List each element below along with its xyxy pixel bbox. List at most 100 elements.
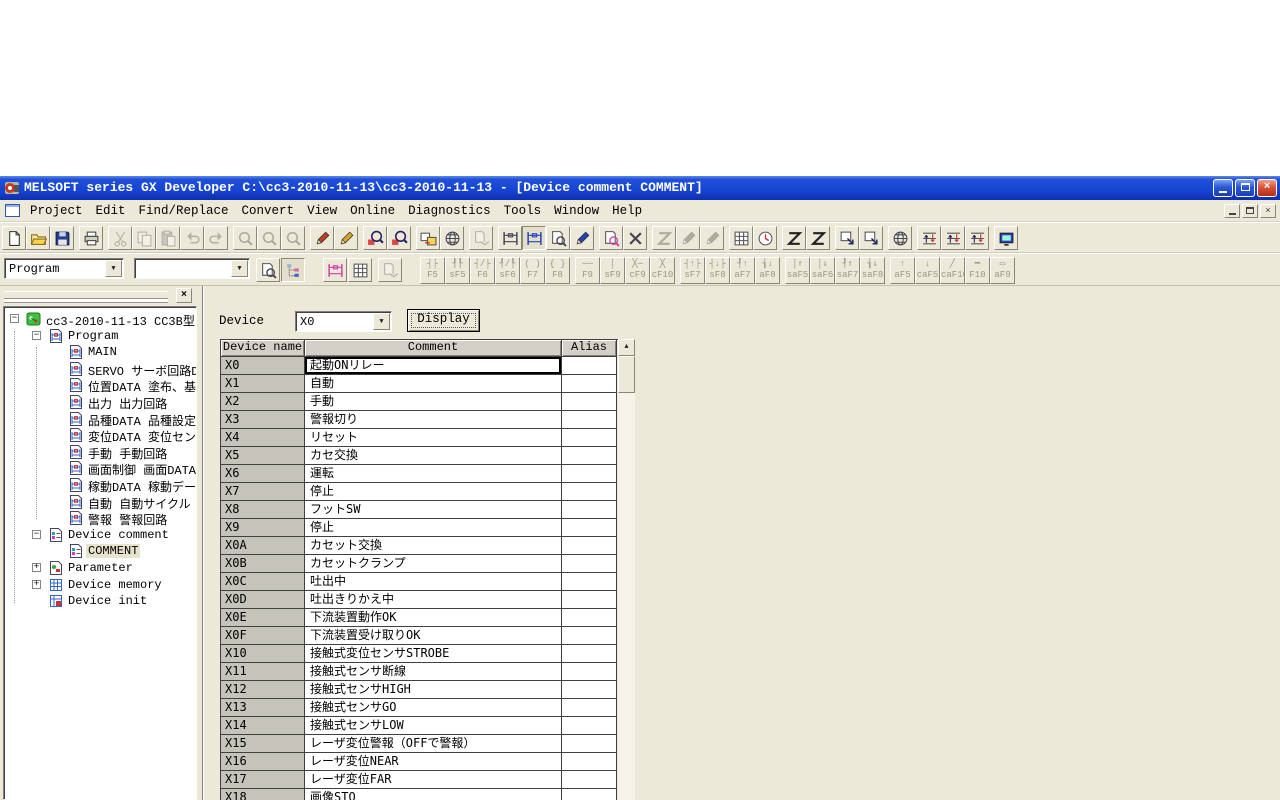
comment-cell[interactable]: 接触式変位センサSTROBE xyxy=(305,645,562,663)
toolbar-button-skip-execution[interactable] xyxy=(806,226,830,250)
tree-item-0[interactable]: −cc3-2010-11-13 CC3B型ワイヤ xyxy=(4,311,196,327)
toolbar-button-window-tile-1[interactable] xyxy=(835,226,859,250)
menu-edit[interactable]: Edit xyxy=(94,203,128,219)
device-name-cell[interactable]: X15 xyxy=(221,735,305,753)
tree-item-4[interactable]: 位置DATA 塗布、基板 xyxy=(4,377,196,393)
menu-convert[interactable]: Convert xyxy=(240,203,297,219)
child-minimize-button[interactable] xyxy=(1224,204,1240,218)
alias-cell[interactable] xyxy=(562,789,617,800)
toolbar-button-program-check[interactable] xyxy=(334,226,358,250)
toolbar-button-parameter-display[interactable] xyxy=(498,226,522,250)
toolbar-button-network-monitor[interactable] xyxy=(888,226,912,250)
tree-item-6[interactable]: 品種DATA 品種設定D xyxy=(4,411,196,427)
alias-cell[interactable] xyxy=(562,663,617,681)
tree-item-1[interactable]: −Program xyxy=(4,328,196,344)
toolbar-button-insert-rung[interactable] xyxy=(965,226,989,250)
toolbar-button-device-memory-grid[interactable] xyxy=(348,258,372,282)
device-name-cell[interactable]: X2 xyxy=(221,393,305,411)
tree-item-17[interactable]: Device init xyxy=(4,593,196,609)
data-type-combobox[interactable]: Program ▼ xyxy=(4,258,124,279)
child-window-icon[interactable] xyxy=(5,204,20,217)
device-name-cell[interactable]: X4 xyxy=(221,429,305,447)
device-name-cell[interactable]: X1 xyxy=(221,375,305,393)
device-name-cell[interactable]: X5 xyxy=(221,447,305,465)
toolbar-button-find-contact-coil[interactable] xyxy=(387,226,411,250)
toolbar-button-device-batch-monitor[interactable] xyxy=(729,226,753,250)
toolbar-button-read-mode[interactable] xyxy=(546,226,570,250)
comment-cell[interactable]: 接触式センサGO xyxy=(305,699,562,717)
toolbar-button-project-data-list[interactable] xyxy=(281,258,305,282)
comment-cell[interactable]: 吐出中 xyxy=(305,573,562,591)
comment-cell[interactable]: レーザ変位警報（OFFで警報） xyxy=(305,735,562,753)
toolbar-button-device-label-display[interactable] xyxy=(323,258,347,282)
menu-online[interactable]: Online xyxy=(348,203,397,219)
alias-cell[interactable] xyxy=(562,627,617,645)
toolbar-button-comment-display[interactable] xyxy=(994,226,1018,250)
minimize-button[interactable] xyxy=(1213,179,1233,197)
comment-cell[interactable]: 下流装置動作OK xyxy=(305,609,562,627)
collapse-icon[interactable]: − xyxy=(10,314,19,323)
toolbar-button-project-verify[interactable] xyxy=(440,226,464,250)
toolbar-button-sampling-trace[interactable] xyxy=(753,226,777,250)
tree-item-14[interactable]: COMMENT xyxy=(4,543,196,559)
device-name-cell[interactable]: X0E xyxy=(221,609,305,627)
toolbar-button-new-project[interactable] xyxy=(2,226,26,250)
toolbar-button-monitor-mode[interactable] xyxy=(599,226,623,250)
toolbar-button-window-transfer[interactable] xyxy=(416,226,440,250)
comment-cell[interactable]: レーザ変位FAR xyxy=(305,771,562,789)
toolbar-button-monitor-stop[interactable] xyxy=(623,226,647,250)
device-name-cell[interactable]: X10 xyxy=(221,645,305,663)
tree-item-5[interactable]: 出力 出力回路 xyxy=(4,394,196,410)
device-name-cell[interactable]: X12 xyxy=(221,681,305,699)
comment-cell[interactable]: レーザ変位NEAR xyxy=(305,753,562,771)
device-name-cell[interactable]: X8 xyxy=(221,501,305,519)
device-name-cell[interactable]: X0A xyxy=(221,537,305,555)
menu-view[interactable]: View xyxy=(305,203,339,219)
collapse-icon[interactable]: − xyxy=(32,331,41,340)
alias-cell[interactable] xyxy=(562,645,617,663)
tree-item-10[interactable]: 稼動DATA 稼動データ xyxy=(4,477,196,493)
tree-item-8[interactable]: 手動 手動回路 xyxy=(4,444,196,460)
comment-cell[interactable]: 停止 xyxy=(305,519,562,537)
device-name-cell[interactable]: X0D xyxy=(221,591,305,609)
vertical-scrollbar[interactable]: ▲ xyxy=(618,339,635,800)
alias-cell[interactable] xyxy=(562,393,617,411)
alias-cell[interactable] xyxy=(562,501,617,519)
alias-cell[interactable] xyxy=(562,411,617,429)
device-name-cell[interactable]: X17 xyxy=(221,771,305,789)
alias-cell[interactable] xyxy=(562,717,617,735)
restore-button[interactable] xyxy=(1235,179,1255,197)
menu-diagnostics[interactable]: Diagnostics xyxy=(406,203,493,219)
device-name-cell[interactable]: X0F xyxy=(221,627,305,645)
comment-cell[interactable]: 手動 xyxy=(305,393,562,411)
alias-cell[interactable] xyxy=(562,609,617,627)
comment-cell[interactable]: 画像STO xyxy=(305,789,562,800)
comment-cell[interactable]: カセットクランプ xyxy=(305,555,562,573)
alias-cell[interactable] xyxy=(562,465,617,483)
alias-cell[interactable] xyxy=(562,753,617,771)
tree-item-13[interactable]: −Device comment xyxy=(4,527,196,543)
device-name-cell[interactable]: X11 xyxy=(221,663,305,681)
comment-cell[interactable]: カセ交換 xyxy=(305,447,562,465)
scrollbar-thumb[interactable] xyxy=(618,356,635,393)
device-name-cell[interactable]: X0B xyxy=(221,555,305,573)
comment-cell[interactable]: 停止 xyxy=(305,483,562,501)
comment-cell[interactable]: 起動ONリレー xyxy=(305,357,562,375)
toolbar-button-open-project[interactable] xyxy=(26,226,50,250)
comment-cell[interactable]: 接触式センサ断線 xyxy=(305,663,562,681)
tree-item-2[interactable]: MAIN xyxy=(4,344,196,360)
menu-findreplace[interactable]: Find/Replace xyxy=(137,203,231,219)
device-name-cell[interactable]: X0C xyxy=(221,573,305,591)
scroll-up-icon[interactable]: ▲ xyxy=(618,339,635,356)
toolbar-button-step-execution[interactable] xyxy=(782,226,806,250)
tree-item-11[interactable]: 自動 自動サイクル xyxy=(4,494,196,510)
device-name-cell[interactable]: X9 xyxy=(221,519,305,537)
alias-cell[interactable] xyxy=(562,591,617,609)
alias-cell[interactable] xyxy=(562,735,617,753)
device-name-cell[interactable]: X7 xyxy=(221,483,305,501)
expand-icon[interactable]: + xyxy=(32,580,41,589)
toolbar-button-window-tile-2[interactable] xyxy=(859,226,883,250)
alias-cell[interactable] xyxy=(562,429,617,447)
toolbar-button-find-string[interactable] xyxy=(363,226,387,250)
comment-cell[interactable]: 自動 xyxy=(305,375,562,393)
